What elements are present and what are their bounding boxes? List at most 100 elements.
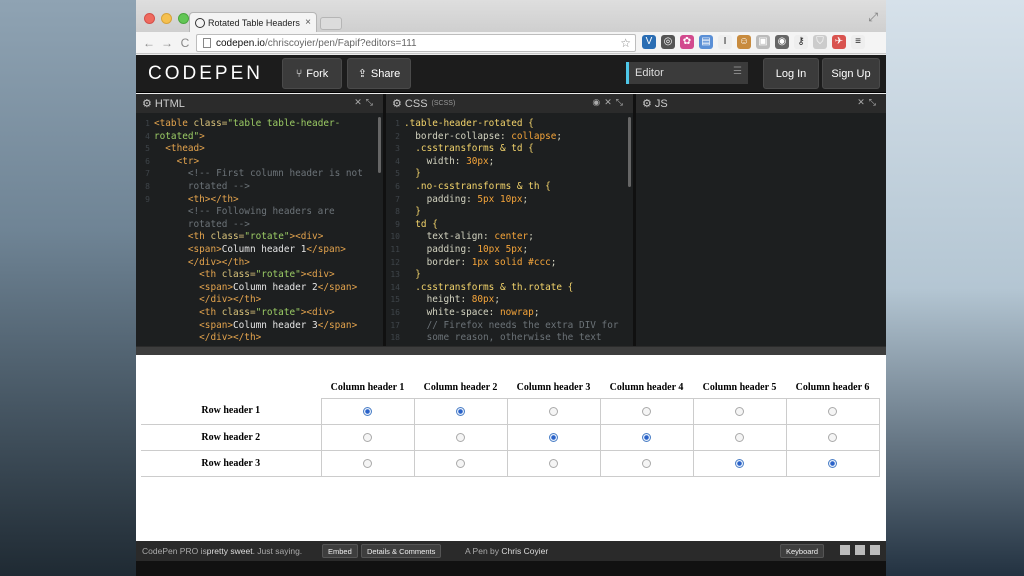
- radio-unchecked[interactable]: [549, 406, 558, 416]
- code-token: </div></th>: [154, 294, 262, 306]
- radio-unchecked[interactable]: [642, 458, 651, 468]
- line-number: 16: [390, 307, 400, 317]
- login-button[interactable]: Log In: [763, 58, 819, 89]
- radio-unchecked[interactable]: [363, 458, 372, 468]
- author-link[interactable]: Chris Coyier: [501, 546, 548, 556]
- tab-strip: Rotated Table Headers - C × ⤢: [136, 0, 886, 32]
- radio-checked[interactable]: [642, 432, 651, 442]
- browser-tab[interactable]: Rotated Table Headers - C ×: [189, 12, 317, 32]
- editor-scrollbar[interactable]: [628, 117, 631, 187]
- line-number: 9: [395, 219, 400, 229]
- radio-checked[interactable]: [363, 406, 372, 416]
- signup-button[interactable]: Sign Up: [822, 58, 880, 89]
- promo-emphasis[interactable]: pretty sweet: [207, 546, 253, 556]
- code-token: 30px: [466, 155, 489, 167]
- extension-color-icon[interactable]: ✿: [680, 35, 694, 49]
- extension-face-icon[interactable]: ☺: [737, 35, 751, 49]
- css-code-editor[interactable]: 1 2 3 4 5 6 7 8 9 10 11 12 13 14 15 16 17 18 .table-heade…: [386, 113, 633, 346]
- code-token: <span>: [154, 319, 234, 331]
- tab-close-icon[interactable]: ×: [305, 17, 311, 28]
- fullscreen-icon[interactable]: ⤢: [868, 10, 878, 25]
- table-cell: [599, 397, 694, 425]
- editor-scrollbar[interactable]: [378, 117, 381, 173]
- code-token: Column header 2: [233, 281, 318, 293]
- gear-icon[interactable]: ⚙: [642, 97, 655, 110]
- radio-checked[interactable]: [456, 406, 465, 416]
- radio-unchecked[interactable]: [828, 432, 837, 442]
- table-cell: [785, 397, 880, 425]
- maximize-window-button[interactable]: [178, 13, 189, 24]
- gear-icon[interactable]: ⚙: [142, 97, 155, 110]
- radio-checked[interactable]: [735, 458, 744, 468]
- address-bar[interactable]: codepen.io /chriscoyier/pen/Fapif?editor…: [196, 34, 636, 52]
- extension-window-icon[interactable]: ▣: [756, 35, 770, 49]
- code-token: .table-header-rotated {: [404, 118, 534, 129]
- code-line: }: [404, 269, 618, 282]
- radio-unchecked[interactable]: [828, 406, 837, 416]
- code-token: .no-csstransforms & th {: [404, 180, 551, 192]
- code-token: .csstransforms & td {: [404, 143, 534, 155]
- reload-button[interactable]: C: [176, 36, 194, 50]
- radio-unchecked[interactable]: [363, 432, 372, 442]
- table-row: Row header 2: [141, 423, 880, 451]
- code-token: center: [494, 231, 529, 243]
- extension-cursor-icon[interactable]: I: [718, 35, 732, 49]
- radio-unchecked[interactable]: [642, 406, 651, 416]
- code-token: padding:: [404, 193, 478, 205]
- extension-v-icon[interactable]: V: [642, 35, 656, 49]
- extension-eye-icon[interactable]: ◉: [775, 35, 789, 49]
- code-token: padding:: [404, 243, 478, 255]
- radio-unchecked[interactable]: [735, 406, 744, 416]
- embed-button[interactable]: Embed: [322, 544, 358, 558]
- extension-shield-icon[interactable]: ⛉: [813, 35, 827, 49]
- forward-button[interactable]: →: [158, 36, 176, 50]
- fork-button[interactable]: ⑂ Fork: [282, 58, 342, 89]
- keyboard-button[interactable]: Keyboard: [780, 544, 825, 558]
- preview-resize-handle[interactable]: [136, 346, 886, 355]
- extension-circle-icon[interactable]: ◎: [661, 35, 675, 49]
- pane-resize-icons[interactable]: ✕⤡: [857, 97, 880, 108]
- line-number-gutter: 1 2 3 4 5 6 7 8 9 10 11 12 13 14 15 16 17 18: [386, 118, 400, 345]
- window-bottom-edge: [136, 561, 886, 576]
- code-token: </span>: [317, 281, 358, 293]
- close-window-button[interactable]: [144, 13, 155, 24]
- pen-by-label: A Pen by: [465, 546, 502, 556]
- code-token: ;: [488, 155, 495, 167]
- js-code-editor[interactable]: [636, 113, 886, 346]
- extension-rocket-icon[interactable]: ✈: [832, 35, 846, 49]
- radio-unchecked[interactable]: [456, 458, 465, 468]
- radio-unchecked[interactable]: [549, 458, 558, 468]
- share-icon: ⇪: [357, 68, 367, 80]
- new-tab-button[interactable]: [320, 17, 342, 30]
- radio-unchecked[interactable]: [456, 432, 465, 442]
- radio-unchecked[interactable]: [735, 432, 744, 442]
- line-number: 6: [145, 156, 150, 166]
- layout-right-icon[interactable]: [870, 545, 880, 555]
- layout-top-icon[interactable]: [855, 545, 865, 555]
- radio-checked[interactable]: [828, 458, 837, 468]
- codepen-logo[interactable]: CODEPEN: [148, 63, 263, 85]
- extension-folder-icon[interactable]: ▤: [699, 35, 713, 49]
- pane-resize-icons[interactable]: ✕⤡: [354, 97, 377, 108]
- table-cell: [413, 449, 508, 477]
- share-button[interactable]: ⇪ Share: [347, 58, 411, 89]
- pane-resize-icons[interactable]: ◉✕⤡: [592, 97, 627, 108]
- layout-left-icon[interactable]: [840, 545, 850, 555]
- minimize-window-button[interactable]: [161, 13, 172, 24]
- code-token: ;: [556, 130, 563, 142]
- code-token: border:: [404, 256, 472, 268]
- bookmark-star-icon[interactable]: ☆: [620, 36, 631, 50]
- browser-menu-icon[interactable]: ≡: [851, 35, 865, 49]
- editor-view-select[interactable]: Editor ☰: [626, 62, 748, 84]
- html-code-editor[interactable]: 1456789 <table class="table table-header…: [136, 113, 383, 346]
- codepen-footer: CodePen PRO is pretty sweet. Just saying…: [136, 541, 886, 561]
- extension-key-icon[interactable]: ⚷: [794, 35, 808, 49]
- tab-title: Rotated Table Headers - C: [208, 17, 302, 28]
- code-token: ;: [550, 256, 557, 268]
- gear-icon[interactable]: ⚙: [392, 97, 405, 110]
- radio-checked[interactable]: [549, 432, 558, 442]
- table-row: Row header 1: [141, 397, 880, 425]
- back-button[interactable]: ←: [140, 36, 158, 50]
- details-comments-button[interactable]: Details & Comments: [361, 544, 442, 558]
- codepen-header: CODEPEN ⑂ Fork ⇪ Share Editor ☰ Log In S…: [136, 55, 886, 93]
